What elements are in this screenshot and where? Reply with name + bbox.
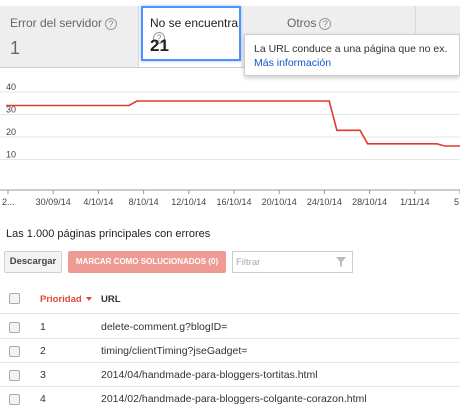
table-row[interactable]: 2 timing/clientTiming?jseGadget= [0,339,460,363]
tab-count: 1 [10,38,21,58]
x-tick-label: 4/10/14 [83,197,113,207]
more-info-link[interactable]: Más información [254,56,450,70]
row-priority: 4 [40,393,46,405]
tab-count: 21 [150,36,169,55]
x-tick-label: 16/10/14 [216,197,251,207]
help-icon[interactable]: ? [105,17,118,30]
table-row[interactable]: 3 2014/04/handmade-para-bloggers-tortita… [0,363,460,387]
x-tick-label: 28/10/14 [352,197,387,207]
x-tick-label: 20/10/14 [262,197,297,207]
url-column-header: URL [101,294,121,305]
table-row[interactable]: 1 delete-comment.g?blogID= [0,315,460,339]
y-tick-label: 10 [6,150,16,160]
x-tick-label: 8/10/14 [129,197,159,207]
tooltip-text: La URL conduce a una página que no ex. [254,43,448,55]
tab-label: Otros? [287,16,332,30]
mark-as-fixed-button[interactable]: MARCAR COMO SOLUCIONADOS (0) [68,251,226,273]
row-url[interactable]: timing/clientTiming?jseGadget= [101,345,247,357]
x-tick-label: 1/11/14 [400,197,429,207]
row-priority: 3 [40,369,46,381]
series-line [6,100,460,147]
table-summary: Las 1.000 páginas principales con errore… [6,228,211,240]
x-tick-label: 12/10/14 [171,197,206,207]
errors-chart: 403020102... 30/09/14 4/10/14 8/10/14 12/10/… [0,82,460,207]
x-tick-label: 24/10/14 [307,197,342,207]
tab-not-found[interactable]: No se encuentra? 21 [141,6,241,61]
priority-column-header[interactable]: Prioridad [40,294,92,305]
download-button[interactable]: Descargar [4,251,62,273]
select-all-checkbox[interactable] [9,293,20,304]
row-checkbox[interactable] [9,346,20,357]
row-checkbox[interactable] [9,322,20,333]
filter-input[interactable] [236,255,331,269]
row-priority: 2 [40,345,46,357]
filter-icon[interactable] [335,256,347,268]
tab-label: Error del servidor? [10,16,118,30]
x-tick-label: 2... [2,197,15,207]
sort-desc-icon [85,297,92,302]
x-tick-label: 30/09/14 [36,197,71,207]
y-tick-label: 20 [6,127,16,137]
row-checkbox[interactable] [9,394,20,405]
tooltip: La URL conduce a una página que no ex. M… [244,34,460,76]
help-icon[interactable]: ? [319,17,332,30]
row-priority: 1 [40,321,46,333]
row-url[interactable]: 2014/04/handmade-para-bloggers-tortitas.… [101,369,318,381]
x-tick-label: 5 [454,197,459,207]
tab-server-error[interactable]: Error del servidor? 1 [0,6,139,68]
table-header: Prioridad URL [0,284,460,314]
y-tick-label: 40 [6,82,16,92]
filter-field [232,251,353,273]
row-url[interactable]: delete-comment.g?blogID= [101,321,227,333]
row-url[interactable]: 2014/02/handmade-para-bloggers-colgante-… [101,393,367,405]
row-checkbox[interactable] [9,370,20,381]
table-row[interactable]: 4 2014/02/handmade-para-bloggers-colgant… [0,387,460,408]
